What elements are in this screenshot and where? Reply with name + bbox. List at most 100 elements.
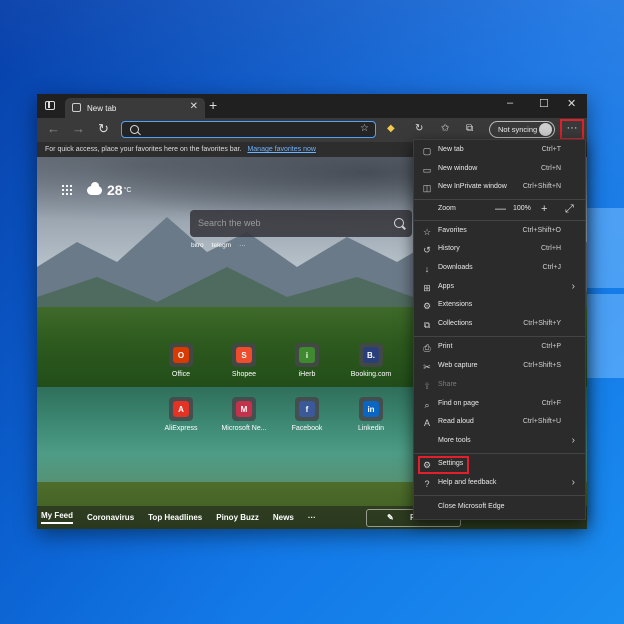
menu-item-close-edge[interactable]: Close Microsoft Edge [414, 499, 585, 517]
linkedin-icon: in [363, 401, 379, 417]
tab-coronavirus[interactable]: Coronavirus [87, 513, 134, 522]
search-placeholder: Search the web [198, 218, 261, 228]
menu-shortcut: Ctrl+H [540, 245, 561, 252]
tile-booking[interactable]: B. Booking.com [341, 343, 401, 378]
menu-item-help-and-feedback[interactable]: ? Help and feedback › [414, 475, 585, 493]
fullscreen-icon[interactable]: ⤢ [565, 203, 574, 216]
menu-item-more-tools[interactable]: More tools › [414, 433, 585, 451]
tile-microsoft-news[interactable]: M Microsoft Ne... [214, 397, 274, 432]
aliexpress-icon: A [173, 401, 189, 417]
menu-item-apps[interactable]: ⊞ Apps › [414, 279, 585, 297]
chevron-right-icon: › [571, 477, 575, 488]
weather-widget[interactable]: 28 °C [87, 181, 131, 198]
page-icon [72, 103, 81, 112]
facebook-icon: f [299, 401, 315, 417]
title-bar: New tab ✕ + – ☐ ✕ [37, 94, 587, 118]
quick-link-more[interactable]: ··· [239, 242, 246, 249]
back-button[interactable]: ← [47, 121, 60, 136]
new-tab-button[interactable]: + [209, 97, 217, 113]
tile-aliexpress[interactable]: A AliExpress [151, 397, 211, 432]
close-window-button[interactable]: ✕ [567, 97, 576, 110]
collections-icon[interactable]: ⧉ [466, 123, 473, 134]
menu-item-new-inprivate-window[interactable]: ◫ New InPrivate window Ctrl+Shift+N [414, 179, 585, 197]
menu-label: Share [438, 381, 457, 388]
tile-iherb[interactable]: i iHerb [277, 343, 337, 378]
tile-label: Shopee [231, 371, 257, 378]
menu-item-new-window[interactable]: ▭ New window Ctrl+N [414, 161, 585, 179]
zoom-out-button[interactable]: — [495, 203, 506, 215]
menu-divider [414, 453, 585, 454]
web-search-box[interactable]: Search the web [190, 210, 412, 237]
search-icon[interactable] [394, 218, 404, 228]
menu-label: Close Microsoft Edge [438, 503, 505, 510]
inprivate-icon: ◫ [422, 183, 432, 193]
apps-icon: ⊞ [423, 283, 431, 293]
menu-label: New tab [438, 146, 464, 153]
manage-favorites-link[interactable]: Manage favorites now [247, 146, 315, 153]
menu-item-web-capture[interactable]: ✂ Web capture Ctrl+Shift+S [414, 358, 585, 376]
tile-label: AliExpress [164, 425, 198, 432]
profile-button[interactable]: Not syncing [489, 121, 555, 138]
menu-item-read-aloud[interactable]: A Read aloud Ctrl+Shift+U [414, 414, 585, 432]
share-icon: ⇪ [423, 381, 431, 391]
menu-item-extensions[interactable]: ⚙ Extensions [414, 297, 585, 315]
menu-item-downloads[interactable]: ↓ Downloads Ctrl+J [414, 260, 585, 278]
menu-item-print[interactable]: ⎙ Print Ctrl+P [414, 339, 585, 357]
iherb-icon: i [299, 347, 315, 363]
quick-link[interactable]: bitro [191, 242, 204, 249]
tile-label: Facebook [291, 425, 323, 432]
menu-shortcut: Ctrl+Shift+U [522, 418, 561, 425]
forward-button[interactable]: → [72, 121, 85, 136]
tab-actions-icon[interactable] [45, 101, 55, 110]
add-favorite-icon[interactable]: ☆ [360, 123, 369, 134]
tile-linkedin[interactable]: in Linkedin [341, 397, 401, 432]
settings-and-more-button[interactable]: ··· [560, 119, 584, 140]
menu-divider [414, 336, 585, 337]
close-tab-icon[interactable]: ✕ [190, 101, 198, 112]
maximize-button[interactable]: ☐ [539, 97, 549, 110]
tab-top-headlines[interactable]: Top Headlines [148, 513, 202, 522]
menu-shortcut: Ctrl+N [540, 165, 561, 172]
tile-facebook[interactable]: f Facebook [277, 397, 337, 432]
tab-my-feed[interactable]: My Feed [41, 511, 74, 524]
settings-highlight-box [418, 456, 469, 474]
zoom-in-button[interactable]: + [541, 203, 547, 215]
extension-icon[interactable]: ◆ [387, 123, 395, 134]
menu-item-new-tab[interactable]: ▢ New tab Ctrl+T [414, 142, 585, 160]
sync-status: Not syncing [498, 125, 538, 134]
menu-item-find-on-page[interactable]: ⌕ Find on page Ctrl+F [414, 396, 585, 414]
menu-item-collections[interactable]: ⧉ Collections Ctrl+Shift+Y [414, 316, 585, 334]
tile-office[interactable]: O Office [151, 343, 211, 378]
menu-label: Find on page [438, 400, 479, 407]
menu-label: Extensions [438, 301, 473, 308]
tile-label: Microsoft Ne... [221, 425, 267, 432]
windows-logo [587, 208, 624, 378]
booking-icon: B. [363, 347, 379, 363]
menu-label: Favorites [438, 227, 467, 234]
menu-shortcut: Ctrl+F [541, 400, 561, 407]
feed-more-button[interactable]: ··· [308, 513, 316, 522]
quick-link[interactable]: telegm [212, 242, 232, 249]
tile-shopee[interactable]: S Shopee [214, 343, 274, 378]
refresh-button[interactable]: ↻ [98, 121, 109, 137]
tab-news[interactable]: News [273, 513, 294, 522]
tab-new-tab[interactable]: New tab ✕ [65, 98, 205, 118]
minimize-button[interactable]: – [507, 97, 513, 109]
extensions-icon: ⚙ [422, 301, 432, 311]
menu-divider [414, 495, 585, 496]
menu-shortcut: Ctrl+J [542, 264, 561, 271]
menu-item-history[interactable]: ↺ History Ctrl+H [414, 241, 585, 259]
favorites-icon: ☆ [422, 227, 432, 237]
menu-item-share: ⇪ Share [414, 377, 585, 395]
app-launcher-icon[interactable] [61, 184, 73, 196]
quick-links: bitro telegm ··· [191, 242, 246, 249]
zoom-level: 100% [513, 205, 531, 212]
find-icon: ⌕ [424, 400, 430, 410]
print-icon: ⎙ [423, 343, 431, 353]
temperature: 28 [107, 182, 123, 198]
address-bar[interactable]: ☆ [121, 121, 376, 138]
tab-pinoy-buzz[interactable]: Pinoy Buzz [216, 513, 259, 522]
favorites-icon[interactable]: ✩ [441, 123, 449, 134]
refresh-extension-icon[interactable]: ↻ [415, 123, 423, 134]
menu-item-favorites[interactable]: ☆ Favorites Ctrl+Shift+O [414, 223, 585, 241]
